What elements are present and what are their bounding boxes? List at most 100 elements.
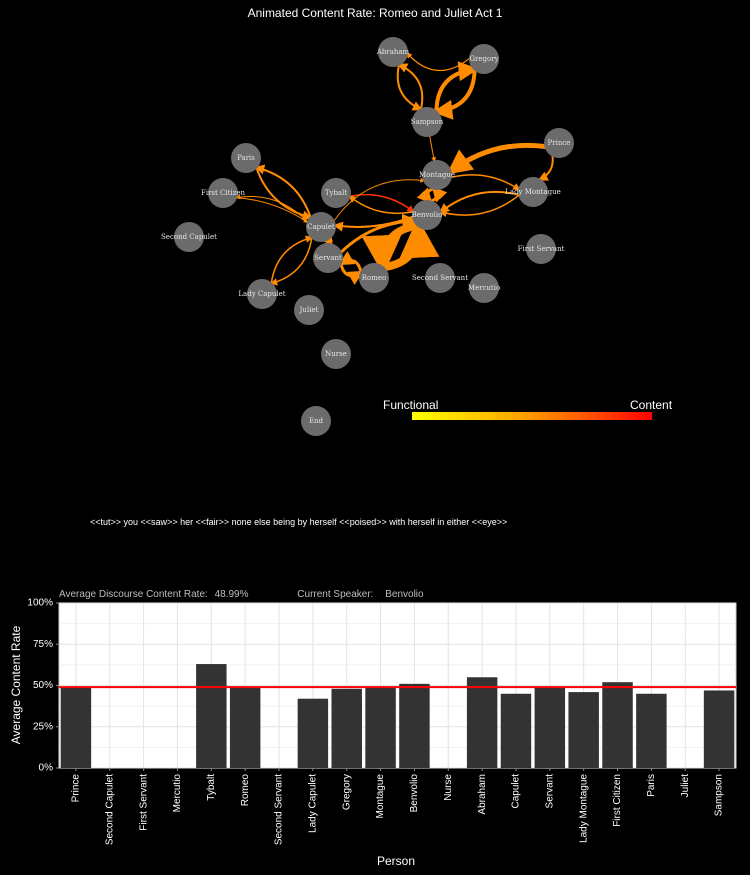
x-tick-label: Tybalt xyxy=(206,774,217,801)
current-text-line: <<tut>> you <<saw>> her <<fair>> none el… xyxy=(90,517,508,527)
edge-capulet-to-lady-capulet xyxy=(269,236,313,286)
node-label: Second Servant xyxy=(412,274,468,282)
node-label: Juliet xyxy=(299,306,319,314)
node-first-citizen: First Citizen xyxy=(201,178,246,208)
node-label: Nurse xyxy=(325,350,347,358)
node-romeo: Romeo xyxy=(359,263,389,293)
node-label: Tybalt xyxy=(325,189,348,197)
node-label: Lady Montague xyxy=(505,188,561,196)
x-tick-label: Abraham xyxy=(477,774,488,815)
node-first-servant: First Servant xyxy=(518,234,565,264)
y-axis-title: Average Content Rate xyxy=(9,625,23,744)
node-montague: Montague xyxy=(419,160,455,190)
node-nurse: Nurse xyxy=(321,339,351,369)
x-tick-label: Mercutio xyxy=(172,774,183,813)
edge-first-citizen-to-capulet xyxy=(235,197,309,223)
y-tick-label: 100% xyxy=(27,598,53,609)
x-tick-label: Romeo xyxy=(240,774,251,807)
node-label: Gregory xyxy=(469,55,498,63)
bar-romeo xyxy=(229,687,261,768)
node-abraham: Abraham xyxy=(376,37,410,67)
x-tick-label: Lady Capulet xyxy=(308,774,319,833)
x-tick-label: Nurse xyxy=(443,774,454,801)
node-servant: Servant xyxy=(313,243,343,273)
node-paris: Paris xyxy=(231,143,261,173)
node-label: Capulet xyxy=(307,223,335,231)
node-tybalt: Tybalt xyxy=(321,178,351,208)
bar-first-citizen xyxy=(602,682,633,768)
legend-gradient-bar xyxy=(412,412,652,420)
node-label: Paris xyxy=(237,154,255,162)
network-edges xyxy=(235,52,554,286)
x-tick-label: First Servant xyxy=(138,774,149,831)
x-tick-label: Paris xyxy=(646,774,657,797)
node-label: Benvolio xyxy=(412,211,443,219)
y-tick-label: 50% xyxy=(33,680,53,691)
bar-lady-montague xyxy=(568,692,599,768)
node-label: Montague xyxy=(419,171,455,179)
edge-sampson-to-montague xyxy=(429,135,437,163)
bar-servant xyxy=(534,687,566,768)
y-tick-label: 25% xyxy=(33,721,53,732)
node-label: Lady Capulet xyxy=(238,290,285,298)
x-tick-label: Benvolio xyxy=(409,774,420,813)
y-tick-label: 0% xyxy=(39,763,54,774)
legend-content-label: Content xyxy=(630,398,673,412)
node-label: First Servant xyxy=(518,245,565,253)
x-tick-label: First Citizen xyxy=(612,774,623,827)
node-lady-capulet: Lady Capulet xyxy=(238,279,286,309)
y-tick-label: 75% xyxy=(33,639,53,650)
x-axis-ticks: Prince Second Capulet First Servant Mercuti… xyxy=(71,768,725,845)
x-tick-label: Capulet xyxy=(511,774,522,809)
x-tick-label: Prince xyxy=(71,774,82,803)
edge-paris-to-capulet xyxy=(255,166,313,221)
node-label: Second Capulet xyxy=(161,233,217,241)
node-end: End xyxy=(301,406,331,436)
x-tick-label: Juliet xyxy=(680,774,691,798)
node-lady-montague: Lady Montague xyxy=(505,177,561,207)
edge-lady-capulet-to-capulet xyxy=(270,235,314,285)
y-axis-ticks: 0% 25% 50% 75% 100% xyxy=(27,598,59,774)
node-gregory: Gregory xyxy=(469,44,499,74)
node-label: Sampson xyxy=(411,118,444,126)
bar-benvolio xyxy=(399,683,430,768)
edge-capulet-to-paris xyxy=(254,164,312,219)
bar-abraham xyxy=(466,677,498,768)
node-label: Abraham xyxy=(376,48,410,56)
node-label: Romeo xyxy=(362,274,386,282)
x-axis-title: Person xyxy=(377,854,415,868)
x-tick-label: Lady Montague xyxy=(578,774,589,843)
bar-lady-capulet xyxy=(297,698,329,768)
node-second-servant: Second Servant xyxy=(412,263,468,293)
edge-prince-to-lady-montague xyxy=(537,154,554,181)
node-mercutio: Mercutio xyxy=(468,273,500,303)
node-label: End xyxy=(309,417,324,425)
x-tick-label: Gregory xyxy=(341,774,352,810)
node-label: Mercutio xyxy=(468,284,500,292)
bar-tybalt xyxy=(196,664,227,768)
x-tick-label: Second Capulet xyxy=(104,774,115,845)
bar-gregory xyxy=(331,688,362,768)
network-nodes: Abraham Gregory Sampson Prince Paris Montague… xyxy=(161,37,574,436)
bar-capulet xyxy=(500,693,532,768)
bar-sampson xyxy=(703,690,735,768)
node-prince: Prince xyxy=(544,128,574,158)
node-label: Prince xyxy=(548,139,571,147)
node-capulet: Capulet xyxy=(306,212,336,242)
x-tick-label: Sampson xyxy=(714,774,725,816)
legend-functional-label: Functional xyxy=(383,398,439,412)
node-juliet: Juliet xyxy=(294,295,324,325)
x-tick-label: Second Servant xyxy=(274,774,285,845)
node-second-capulet: Second Capulet xyxy=(161,222,217,252)
x-tick-label: Servant xyxy=(544,774,555,809)
edge-gregory-to-abraham xyxy=(406,52,471,72)
node-label: Servant xyxy=(314,254,342,262)
bar-prince xyxy=(60,687,92,768)
bar-paris xyxy=(636,693,667,768)
edge-prince-to-montague xyxy=(446,142,548,175)
edge-lady-montague-to-benvolio xyxy=(439,194,521,218)
bar-montague xyxy=(365,687,396,768)
x-tick-label: Montague xyxy=(375,774,386,819)
node-label: First Citizen xyxy=(201,189,246,197)
edge-capulet-to-first-citizen xyxy=(235,194,309,223)
